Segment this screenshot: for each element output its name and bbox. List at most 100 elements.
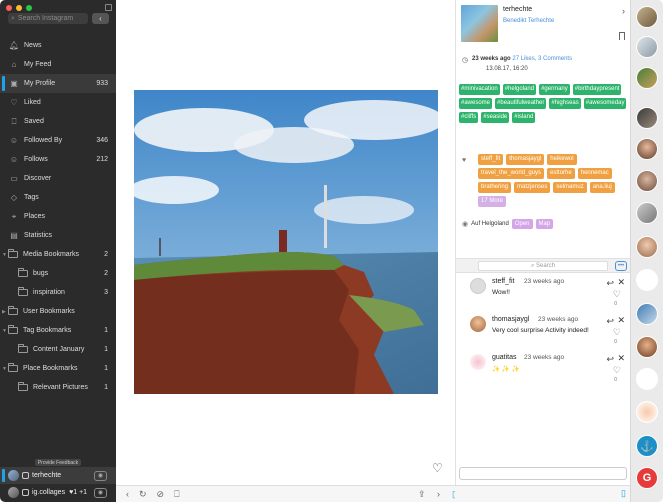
account-terhechte[interactable]: terhechte ◉ xyxy=(0,467,116,484)
anchor-icon[interactable]: ⚓ xyxy=(636,435,658,457)
post-thumbnail[interactable] xyxy=(461,5,498,42)
liker-tag[interactable]: matzjenses xyxy=(514,182,551,193)
hashtag[interactable]: #highseas xyxy=(549,98,581,109)
comment-user[interactable]: guatitas xyxy=(492,354,517,361)
reply-icon[interactable]: ↩ xyxy=(606,316,614,327)
hashtag[interactable]: #cliffs xyxy=(459,112,479,123)
bookmark-icon[interactable]: ⎕ xyxy=(174,489,179,500)
panel-toggle-icon[interactable]: ▯ xyxy=(621,488,626,499)
back-button[interactable]: ‹ xyxy=(92,13,109,24)
bookmark-icon[interactable] xyxy=(619,32,625,40)
hashtag[interactable]: #island xyxy=(512,112,536,123)
sidebar-item-saved[interactable]: ⎕ Saved xyxy=(0,112,116,131)
account-avatar[interactable] xyxy=(636,336,658,358)
close-window-button[interactable] xyxy=(6,5,12,11)
open-location-button[interactable]: Open xyxy=(511,219,533,229)
sidebar-item-relevant-pictures[interactable]: Relevant Pictures 1 xyxy=(0,378,116,397)
comment-search-input[interactable]: ⌕ Search xyxy=(478,261,608,271)
avatar[interactable] xyxy=(470,316,486,332)
comment-user[interactable]: steff_fit xyxy=(492,278,514,285)
chevron-down-icon[interactable]: ▼ xyxy=(2,328,7,334)
apple-logo-icon[interactable] xyxy=(636,269,658,291)
sidebar-item-place-bookmarks[interactable]: ▼ Place Bookmarks 1 xyxy=(0,359,116,378)
hashtag[interactable]: #helgoland xyxy=(502,84,537,95)
post-photo[interactable] xyxy=(134,90,438,394)
avatar[interactable] xyxy=(470,354,486,370)
account-avatar[interactable] xyxy=(636,368,658,390)
chevron-down-icon[interactable]: ▼ xyxy=(2,252,7,258)
post-likes-comments[interactable]: 27 Likes, 3 Comments xyxy=(512,56,572,64)
sidebar-item-liked[interactable]: ♡ Liked xyxy=(0,93,116,112)
account-avatar[interactable]: G xyxy=(636,467,658,489)
more-likers-button[interactable]: 17 More xyxy=(478,196,507,207)
sidebar-item-user-bookmarks[interactable]: ▶ User Bookmarks xyxy=(0,302,116,321)
liker-tag[interactable]: esttorhe xyxy=(547,168,575,179)
hashtag[interactable]: #awesome xyxy=(459,98,493,109)
account-avatar[interactable] xyxy=(636,401,658,423)
comment-like-icon[interactable]: ♡ xyxy=(613,289,621,300)
share-icon[interactable]: ⇪ xyxy=(418,489,426,500)
avatar[interactable] xyxy=(470,278,486,294)
account-avatar[interactable] xyxy=(636,138,658,160)
fullscreen-icon[interactable] xyxy=(105,4,112,11)
compass-icon[interactable]: ⊘ xyxy=(157,489,165,500)
hashtag[interactable]: #awesomeday xyxy=(583,98,627,109)
sidebar-item-places[interactable]: ⌖ Places xyxy=(0,207,116,226)
sidebar-item-tag-bookmarks[interactable]: ▼ Tag Bookmarks 1 xyxy=(0,321,116,340)
account-avatar[interactable] xyxy=(636,170,658,192)
search-input[interactable]: ⌕ Search Instagram xyxy=(8,13,88,24)
sidebar-item-my-feed[interactable]: ⌂ My Feed xyxy=(0,55,116,74)
new-comment-input[interactable] xyxy=(459,467,627,480)
reply-icon[interactable]: ↩ xyxy=(606,354,614,365)
chevron-right-icon[interactable]: ▶ xyxy=(2,309,6,315)
sidebar-item-content-january[interactable]: Content January 1 xyxy=(0,340,116,359)
hashtag[interactable]: #minivacation xyxy=(459,84,500,95)
liker-tag[interactable]: thomasjaygl xyxy=(506,154,545,165)
minimize-window-button[interactable] xyxy=(16,5,22,11)
liker-tag[interactable]: brathering xyxy=(478,182,512,193)
hashtag[interactable]: #seaside xyxy=(481,112,510,123)
hashtag[interactable]: #germany xyxy=(539,84,570,95)
sidebar-item-my-profile[interactable]: ▣ My Profile 933 xyxy=(0,74,116,93)
liker-tag[interactable]: steff_fit xyxy=(478,154,504,165)
account-avatar[interactable] xyxy=(636,67,658,89)
liker-tag[interactable]: ana.liuj xyxy=(589,182,615,193)
account-avatar[interactable] xyxy=(636,202,658,224)
like-heart-icon[interactable]: ♡ xyxy=(432,461,443,475)
sidebar-item-followed-by[interactable]: ☺ Followed By 346 xyxy=(0,131,116,150)
refresh-icon[interactable]: ↻ xyxy=(139,489,147,500)
account-ig-collages[interactable]: ig.collages ♥1 +1 ◉ xyxy=(0,484,116,501)
sidebar-item-inspiration[interactable]: inspiration 3 xyxy=(0,283,116,302)
delete-icon[interactable]: ✕ xyxy=(617,353,625,364)
comment-user[interactable]: thomasjaygl xyxy=(492,316,529,323)
sidebar-item-follows[interactable]: ☺ Follows 212 xyxy=(0,150,116,169)
liker-tag[interactable]: travel_the_world_guys xyxy=(478,168,545,179)
sidebar-item-media-bookmarks[interactable]: ▼ Media Bookmarks 2 xyxy=(0,245,116,264)
account-avatar[interactable] xyxy=(636,6,658,28)
sidebar-item-statistics[interactable]: ▤ Statistics xyxy=(0,226,116,245)
comment-like-icon[interactable]: ♡ xyxy=(613,365,621,376)
forward-arrow-icon[interactable]: › xyxy=(437,489,440,499)
provide-feedback-button[interactable]: Provide Feedback xyxy=(35,459,81,466)
liker-tag[interactable]: selmamuz xyxy=(553,182,587,193)
liker-tag[interactable]: hennemac xyxy=(577,168,612,179)
delete-icon[interactable]: ✕ xyxy=(617,315,625,326)
sidebar-item-tags[interactable]: ◇ Tags xyxy=(0,188,116,207)
delete-icon[interactable]: ✕ xyxy=(617,277,625,288)
hashtag[interactable]: #beautifulweather xyxy=(495,98,547,109)
sidebar-item-discover[interactable]: ▭ Discover xyxy=(0,169,116,188)
map-button[interactable]: Map xyxy=(535,219,554,229)
account-avatar[interactable] xyxy=(636,107,658,129)
camera-icon[interactable]: ◉ xyxy=(94,470,107,481)
account-avatar[interactable] xyxy=(636,236,658,258)
chevron-right-icon[interactable]: › xyxy=(622,6,625,16)
sidebar-item-bugs[interactable]: bugs 2 xyxy=(0,264,116,283)
post-fullname[interactable]: Benedikt Terhechte xyxy=(503,18,554,24)
hashtag[interactable]: #birthdaypresent xyxy=(572,84,622,95)
account-avatar[interactable] xyxy=(636,303,658,325)
chevron-down-icon[interactable]: ▼ xyxy=(2,366,7,372)
reply-icon[interactable]: ↩ xyxy=(606,278,614,289)
comment-like-icon[interactable]: ♡ xyxy=(613,327,621,338)
camera-icon[interactable]: ◉ xyxy=(94,487,107,498)
post-username[interactable]: terhechte xyxy=(503,6,532,13)
